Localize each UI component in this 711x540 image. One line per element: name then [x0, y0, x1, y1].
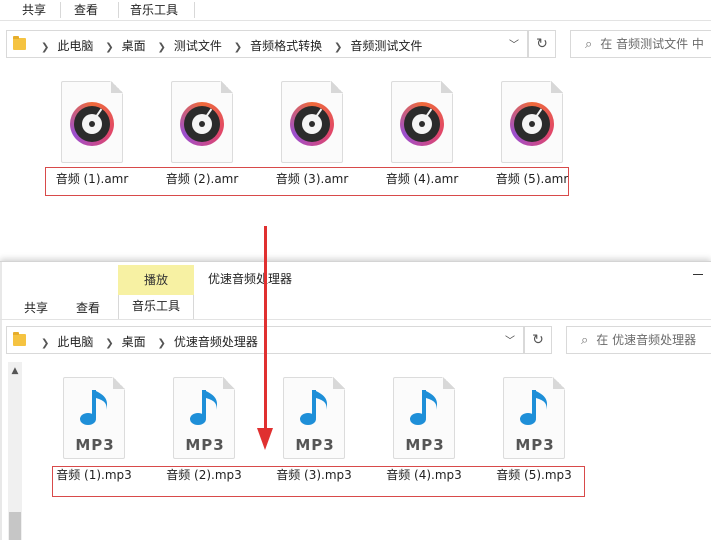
file-icon [281, 81, 343, 163]
vinyl-record-icon [180, 102, 224, 146]
refresh-icon: ↻ [536, 36, 548, 52]
tab-separator [60, 2, 61, 18]
scroll-up-icon[interactable]: ▲ [8, 366, 22, 376]
tab-share[interactable]: 共享 [24, 299, 48, 316]
breadcrumb-this-pc[interactable]: 此电脑 [57, 335, 93, 349]
chevron-right-icon: ❯ [41, 338, 50, 349]
search-input[interactable]: ⌕ 在 优速音频处理器 [566, 326, 711, 354]
chevron-right-icon: ❯ [105, 338, 114, 349]
mp3-badge: MP3 [295, 436, 335, 454]
chevron-right-icon: ❯ [333, 42, 343, 53]
breadcrumb-this-pc[interactable]: 此电脑 [57, 39, 93, 53]
chevron-right-icon: ❯ [157, 338, 166, 349]
mp3-badge: MP3 [75, 436, 115, 454]
file-icon [501, 81, 563, 163]
folder-icon [13, 36, 26, 50]
tab-share[interactable]: 共享 [22, 1, 46, 18]
minimize-icon[interactable] [693, 274, 703, 275]
vinyl-record-icon [400, 102, 444, 146]
search-icon: ⌕ [581, 333, 589, 348]
refresh-button[interactable]: ↻ [528, 30, 556, 58]
chevron-right-icon: ❯ [41, 42, 50, 53]
refresh-button[interactable]: ↻ [524, 326, 552, 354]
tab-view[interactable]: 查看 [74, 1, 98, 18]
file-icon: MP3 [173, 377, 235, 459]
mp3-badge: MP3 [405, 436, 445, 454]
top-address-row: ❯ 此电脑 ❯ 桌面 ❯ 测试文件 ❯ 音频格式转换 ❯ 音频测试文件 ﹀ ↻ ⌕ 在 音频… [0, 30, 711, 60]
refresh-icon: ↻ [532, 332, 544, 348]
red-arrow-head-icon [257, 428, 273, 450]
breadcrumb-test-files[interactable]: 测试文件 [174, 39, 222, 53]
file-icon [391, 81, 453, 163]
file-icon: MP3 [393, 377, 455, 459]
chevron-right-icon: ❯ [105, 42, 114, 53]
chevron-down-icon[interactable]: ﹀ [509, 36, 519, 51]
tab-separator [118, 2, 119, 18]
tab-music-tools[interactable]: 音乐工具 [118, 295, 194, 319]
folder-icon [13, 332, 26, 346]
breadcrumb: ❯ 此电脑 ❯ 桌面 ❯ 优速音频处理器 [33, 333, 258, 350]
file-icon [171, 81, 233, 163]
bottom-ribbon-tabs: 共享 查看 音乐工具 [0, 295, 711, 320]
chevron-down-icon[interactable]: ﹀ [505, 332, 515, 347]
highlight-box [45, 167, 569, 196]
tab-play-context[interactable]: 播放 [118, 265, 194, 295]
red-arrow-shaft [264, 226, 267, 430]
music-note-icon [80, 390, 108, 425]
tab-separator [194, 2, 195, 18]
mp3-badge: MP3 [185, 436, 225, 454]
search-input[interactable]: ⌕ 在 音频测试文件 中 [570, 30, 711, 58]
bottom-address-row: ❯ 此电脑 ❯ 桌面 ❯ 优速音频处理器 ﹀ ↻ ⌕ 在 优速音频处理器 [0, 326, 711, 356]
music-note-icon [300, 390, 328, 425]
chevron-right-icon: ❯ [157, 42, 166, 53]
file-icon: MP3 [283, 377, 345, 459]
breadcrumb-audio-test-files[interactable]: 音频测试文件 [350, 39, 422, 53]
file-icon [61, 81, 123, 163]
file-icon: MP3 [503, 377, 565, 459]
vertical-scrollbar[interactable]: ▲ [8, 362, 22, 540]
search-placeholder: 在 优速音频处理器 [596, 333, 697, 347]
scroll-thumb[interactable] [9, 512, 21, 540]
breadcrumb-format-convert[interactable]: 音频格式转换 [250, 39, 322, 53]
top-explorer-window: 共享 查看 音乐工具 ❯ 此电脑 ❯ 桌面 ❯ 测试文件 ❯ 音频格式转换 ❯ 音频测试文… [0, 0, 711, 258]
search-placeholder: 在 音频测试文件 中 [600, 37, 704, 51]
vinyl-record-icon [290, 102, 334, 146]
bottom-explorer-window: 播放 优速音频处理器 共享 查看 音乐工具 ❯ 此电脑 ❯ 桌面 ❯ 优速音频处理器 … [0, 261, 711, 540]
breadcrumb-desktop[interactable]: 桌面 [122, 39, 146, 53]
highlight-box [52, 466, 585, 497]
window-title: 优速音频处理器 [208, 272, 293, 286]
top-ribbon-tabs: 共享 查看 音乐工具 [0, 0, 711, 21]
breadcrumb-youdao-processor[interactable]: 优速音频处理器 [174, 335, 258, 349]
chevron-right-icon: ❯ [233, 42, 243, 53]
music-note-icon [520, 390, 548, 425]
breadcrumb-desktop[interactable]: 桌面 [122, 335, 146, 349]
breadcrumb: ❯ 此电脑 ❯ 桌面 ❯ 测试文件 ❯ 音频格式转换 ❯ 音频测试文件 [33, 37, 422, 54]
vinyl-record-icon [510, 102, 554, 146]
address-bar[interactable]: ❯ 此电脑 ❯ 桌面 ❯ 测试文件 ❯ 音频格式转换 ❯ 音频测试文件 ﹀ [6, 30, 528, 58]
tab-music-tools[interactable]: 音乐工具 [130, 1, 178, 18]
tab-view[interactable]: 查看 [76, 299, 100, 316]
vinyl-record-icon [70, 102, 114, 146]
music-note-icon [190, 390, 218, 425]
mp3-badge: MP3 [515, 436, 555, 454]
music-note-icon [410, 390, 438, 425]
file-icon: MP3 [63, 377, 125, 459]
search-icon: ⌕ [585, 37, 593, 52]
